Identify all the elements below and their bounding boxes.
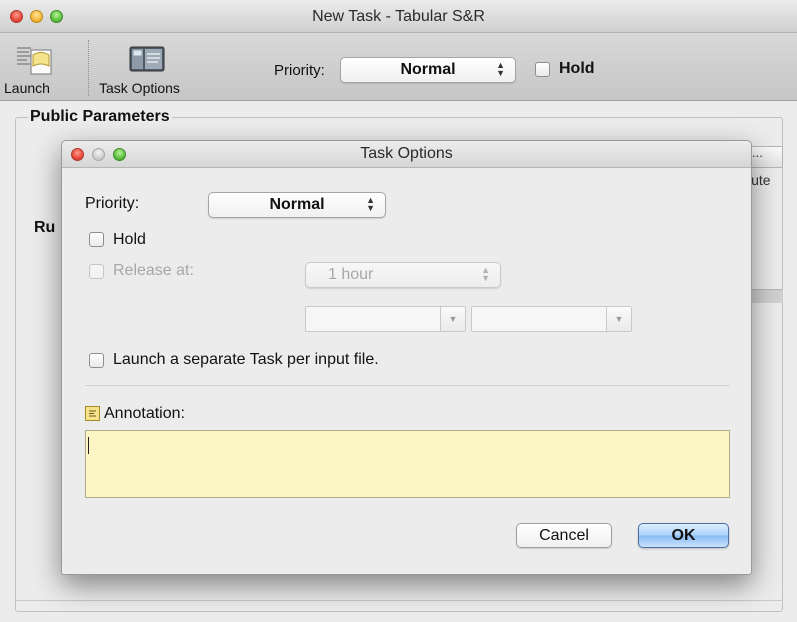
release-at-select: 1 hour ▲ ▼ — [305, 262, 501, 288]
toolbar-priority-value: Normal — [400, 61, 456, 78]
toolbar-priority-label: Priority: — [274, 62, 325, 79]
text-cursor — [88, 437, 89, 454]
annotation-textarea[interactable] — [85, 430, 730, 498]
background-bottom-bar — [15, 600, 783, 610]
toolbar-separator — [88, 40, 89, 96]
dialog-divider — [85, 385, 730, 386]
dialog-priority-value: Normal — [269, 196, 325, 213]
toolbar-priority-select[interactable]: Normal ▲ ▼ — [340, 57, 516, 83]
up-down-chevron-icon: ▲ ▼ — [496, 60, 505, 78]
release-at-value: 1 hour — [328, 266, 374, 283]
background-run-label: Ru — [34, 219, 56, 236]
dialog-title: Task Options — [360, 145, 453, 162]
toolbar-hold-checkbox[interactable] — [535, 62, 550, 77]
task-options-label: Task Options — [99, 80, 180, 96]
dialog-hold-checkbox[interactable] — [89, 232, 104, 247]
release-at-checkbox — [89, 264, 104, 279]
task-options-icon — [129, 46, 165, 72]
launch-toolbar-item[interactable]: Launch — [4, 40, 64, 98]
background-table-header-text: ... — [752, 145, 763, 160]
window-title: New Task - Tabular S&R — [312, 8, 485, 25]
annotation-label: Annotation: — [104, 405, 185, 422]
up-down-chevron-icon: ▲ ▼ — [366, 195, 375, 213]
release-date-combo: ▼ — [305, 306, 466, 332]
toolbar-hold-label: Hold — [559, 60, 595, 77]
dialog-priority-label: Priority: — [85, 195, 140, 212]
cancel-button[interactable]: Cancel — [516, 523, 612, 548]
task-options-toolbar-item[interactable]: Task Options — [99, 40, 199, 98]
note-icon — [85, 406, 100, 421]
dialog-hold-label: Hold — [113, 231, 146, 248]
separate-task-label: Launch a separate Task per input file. — [113, 351, 379, 368]
separate-task-checkbox[interactable] — [89, 353, 104, 368]
chevron-down-icon: ▼ — [440, 307, 465, 331]
up-down-chevron-icon: ▲ ▼ — [481, 265, 490, 283]
release-time-combo: ▼ — [471, 306, 632, 332]
launch-icon — [17, 47, 52, 75]
dialog-priority-select[interactable]: Normal ▲ ▼ — [208, 192, 386, 218]
background-table-footer — [748, 289, 783, 303]
ok-button[interactable]: OK — [638, 523, 729, 548]
launch-label: Launch — [4, 80, 50, 96]
chevron-down-icon: ▼ — [606, 307, 631, 331]
release-at-label: Release at: — [113, 262, 194, 279]
public-parameters-label: Public Parameters — [28, 108, 172, 126]
